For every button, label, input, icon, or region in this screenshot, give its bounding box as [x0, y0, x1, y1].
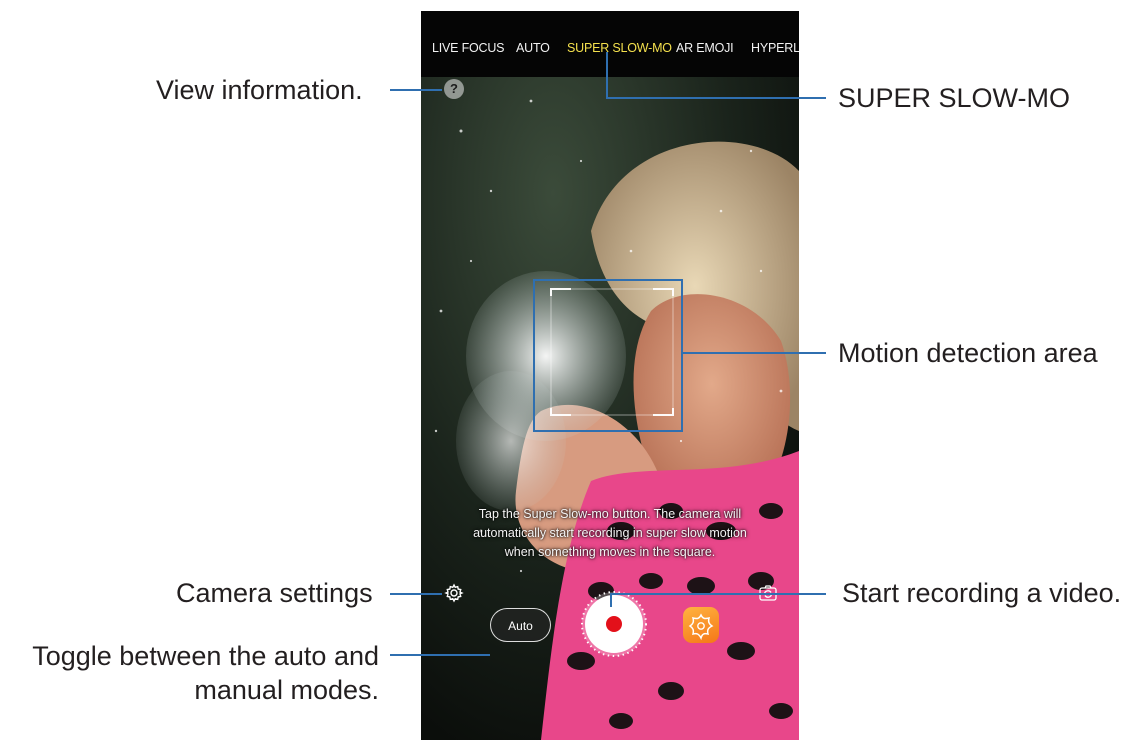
callout-line-settings — [390, 593, 442, 595]
callout-view-information: View information. — [156, 75, 363, 105]
mode-auto[interactable]: AUTO — [516, 41, 550, 55]
callout-line-slowmo-horizontal — [606, 97, 826, 99]
question-icon[interactable]: ? — [444, 79, 464, 99]
callout-motion-detection: Motion detection area — [838, 338, 1098, 368]
callout-line-record-horizontal — [610, 593, 826, 595]
callout-line-record-vertical — [610, 595, 612, 607]
callout-line-motion — [683, 352, 826, 354]
hint-line-1: Tap the Super Slow-mo button. The camera… — [478, 507, 742, 521]
callout-super-slow-mo: SUPER SLOW-MO — [838, 83, 1071, 113]
callout-start-recording: Start recording a video. — [842, 578, 1122, 608]
mode-live-focus[interactable]: LIVE FOCUS — [432, 41, 505, 55]
record-icon — [606, 616, 622, 632]
record-button[interactable] — [585, 595, 643, 653]
callout-line-toggle — [390, 654, 490, 656]
mode-ar-emoji[interactable]: AR EMOJI — [676, 41, 734, 55]
callout-line-info — [390, 89, 442, 91]
auto-manual-toggle[interactable]: Auto — [490, 608, 551, 642]
mode-hyperlapse[interactable]: HYPERLA — [751, 41, 799, 55]
hint-line-2: automatically start recording in super s… — [473, 526, 747, 540]
mode-super-slow-mo[interactable]: SUPER SLOW-MO — [567, 41, 672, 55]
super-slow-mo-hint: Tap the Super Slow-mo button. The camera… — [433, 505, 787, 562]
mode-bar: LIVE FOCUS AUTO SUPER SLOW-MO AR EMOJI H… — [421, 11, 799, 77]
gallery-icon — [688, 613, 714, 641]
callout-camera-settings: Camera settings — [176, 578, 373, 608]
motion-detection-frame — [533, 279, 683, 432]
callout-line-slowmo-vertical — [606, 52, 608, 99]
callout-toggle-line-1: Toggle between the auto and — [32, 641, 379, 671]
hint-line-3: when something moves in the square. — [504, 545, 716, 559]
callout-toggle-line-2: manual modes. — [194, 675, 379, 705]
gear-icon[interactable] — [444, 583, 464, 603]
gallery-button[interactable] — [683, 607, 719, 643]
